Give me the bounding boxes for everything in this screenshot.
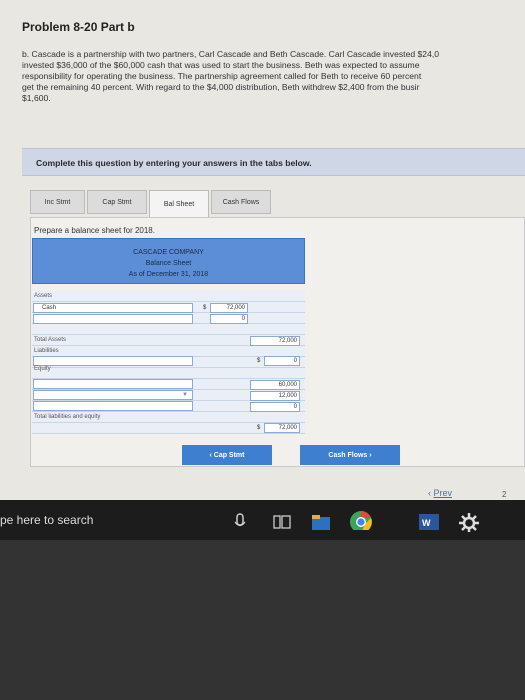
equity-label: Equity (34, 366, 51, 372)
cash-value-input[interactable]: 72,000 (210, 303, 248, 313)
prev-tab-button[interactable]: ‹ Cap Stmt (182, 445, 272, 465)
total-assets-value[interactable]: 72,000 (250, 336, 300, 346)
equity-value-3[interactable]: 0 (250, 402, 300, 412)
settings-gear-icon[interactable] (458, 512, 480, 532)
problem-title: Problem 8-20 Part b (22, 20, 135, 34)
sheet-header: CASCADE COMPANY Balance Sheet As of Dece… (32, 238, 305, 284)
sheet-date: As of December 31, 2018 (128, 271, 209, 278)
equity-value-1[interactable]: 60,000 (250, 380, 300, 390)
problem-line: responsibility for operating the busines… (22, 71, 422, 81)
problem-line: invested $36,000 of the $60,000 cash tha… (22, 60, 420, 70)
dollar-sign: $ (257, 358, 261, 364)
chevron-right-icon: › (367, 451, 372, 459)
equity-label-input[interactable] (33, 401, 193, 411)
monitor-bezel (0, 540, 525, 700)
liabilities-value[interactable]: 0 (264, 356, 300, 366)
cash-label-input[interactable]: Cash (33, 303, 193, 313)
liabilities-label: Liabilities (34, 348, 59, 354)
browser-viewport: Problem 8-20 Part b b. Cascade is a part… (0, 0, 525, 500)
tab-cap-stmt[interactable]: Cap Stmt (87, 190, 147, 214)
total-assets-label: Total Assets (34, 337, 67, 343)
table-row (32, 291, 305, 302)
table-row (32, 324, 305, 335)
balance-sheet: CASCADE COMPANY Balance Sheet As of Dece… (32, 238, 305, 284)
instruction-text: Complete this question by entering your … (36, 158, 312, 168)
microphone-icon[interactable] (233, 512, 247, 532)
assets-label: Assets (34, 293, 53, 299)
tab-inc-stmt[interactable]: Inc Stmt (30, 190, 85, 214)
prev-tab-label: Cap Stmt (213, 451, 245, 459)
dollar-sign: $ (203, 305, 207, 311)
taskbar-search-input[interactable]: pe here to search (0, 513, 93, 527)
problem-line: $1,600. (22, 93, 51, 103)
asset-zero-input[interactable]: 0 (210, 314, 248, 324)
asset-label-input[interactable] (33, 314, 193, 324)
equity-value-2[interactable]: 12,000 (250, 391, 300, 401)
liability-label-input[interactable] (33, 356, 193, 366)
problem-line: get the remaining 40 percent. With regar… (22, 82, 420, 92)
prompt-text: Prepare a balance sheet for 2018. (34, 226, 155, 235)
chevron-down-icon[interactable]: ▼ (182, 392, 188, 398)
instruction-bar: Complete this question by entering your … (22, 148, 525, 176)
tab-bal-sheet[interactable]: Bal Sheet (149, 190, 209, 218)
problem-line: b. Cascade is a partnership with two par… (22, 49, 440, 59)
equity-label-input[interactable] (33, 390, 193, 400)
chrome-icon[interactable] (347, 510, 375, 530)
sheet-title: Balance Sheet (145, 260, 192, 267)
next-tab-label: Cash Flows (328, 451, 368, 459)
svg-text:W: W (422, 518, 431, 528)
dollar-sign: $ (257, 425, 261, 431)
task-view-icon[interactable] (272, 512, 292, 532)
tab-cash-flows[interactable]: Cash Flows (211, 190, 271, 214)
total-liabilities-equity-label: Total liabilities and equity (34, 414, 101, 420)
prev-page-link[interactable]: ‹ Prev (428, 488, 452, 498)
next-tab-button[interactable]: Cash Flows › (300, 445, 400, 465)
problem-text: b. Cascade is a partnership with two par… (22, 49, 525, 104)
word-icon[interactable]: W (418, 512, 440, 532)
page-number[interactable]: 2 (502, 490, 506, 499)
file-explorer-icon[interactable] (310, 512, 332, 532)
table-row (32, 368, 305, 379)
total-liabilities-equity-value[interactable]: 72,000 (264, 423, 300, 433)
equity-label-input[interactable] (33, 379, 193, 389)
company-name: CASCADE COMPANY (133, 249, 204, 256)
prev-page-label: Prev (433, 488, 453, 498)
